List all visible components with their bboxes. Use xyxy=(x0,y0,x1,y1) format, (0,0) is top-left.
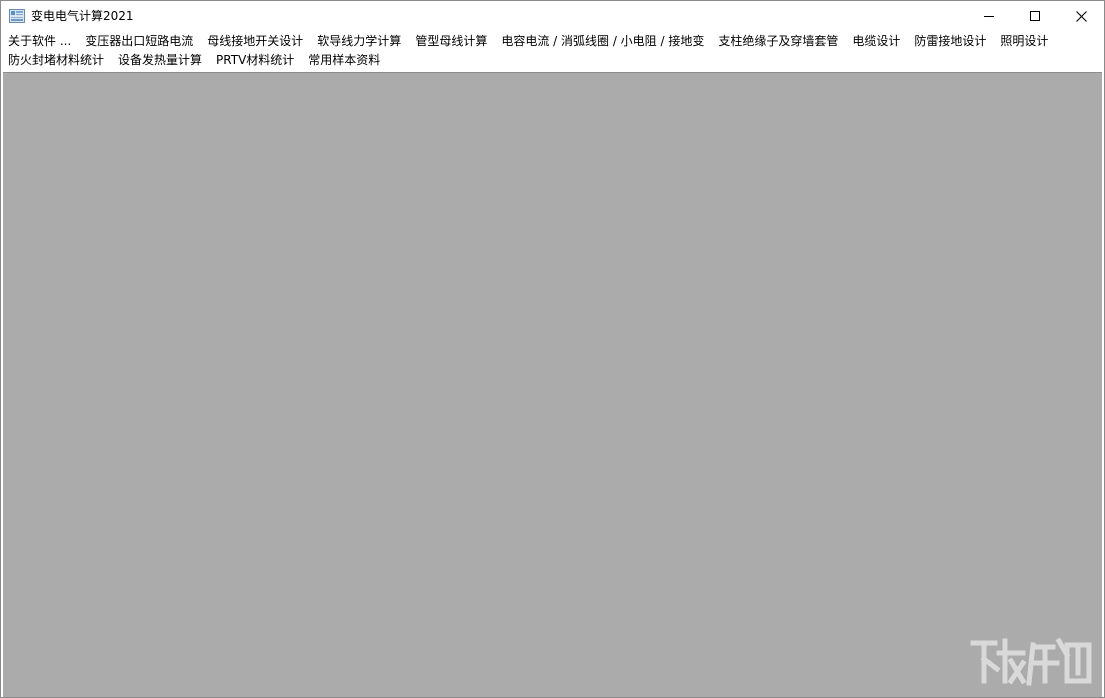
menu-about[interactable]: 关于软件 ... xyxy=(1,32,78,51)
mdi-client-area[interactable] xyxy=(3,72,1102,697)
window-title: 变电电气计算2021 xyxy=(31,9,134,23)
menu-equipment-heat[interactable]: 设备发热量计算 xyxy=(111,51,209,70)
menu-cable-design[interactable]: 电缆设计 xyxy=(845,32,907,51)
menu-transformer-short-circuit[interactable]: 变压器出口短路电流 xyxy=(78,32,200,51)
close-icon xyxy=(1075,10,1087,22)
app-icon[interactable] xyxy=(9,8,25,24)
menu-flexible-conductor-mechanics[interactable]: 软导线力学计算 xyxy=(310,32,408,51)
menu-prtv-materials[interactable]: PRTV材料统计 xyxy=(209,51,301,70)
maximize-icon xyxy=(1030,11,1040,21)
menu-fire-sealing-materials[interactable]: 防火封堵材料统计 xyxy=(1,51,111,70)
menu-lightning-grounding[interactable]: 防雷接地设计 xyxy=(907,32,993,51)
window-controls xyxy=(966,1,1104,31)
menu-bar: 关于软件 ... 变压器出口短路电流 母线接地开关设计 软导线力学计算 管型母线… xyxy=(1,31,1104,71)
menu-post-insulator-bushing[interactable]: 支柱绝缘子及穿墙套管 xyxy=(711,32,845,51)
menu-capacitive-current[interactable]: 电容电流 / 消弧线圈 / 小电阻 / 接地变 xyxy=(494,32,711,51)
title-bar[interactable]: 变电电气计算2021 xyxy=(1,1,1104,31)
menu-row-2: 防火封堵材料统计 设备发热量计算 PRTV材料统计 常用样本资料 xyxy=(1,51,387,70)
menu-tubular-busbar[interactable]: 管型母线计算 xyxy=(408,32,494,51)
watermark-logo-icon xyxy=(970,637,1092,686)
close-button[interactable] xyxy=(1058,1,1104,31)
minimize-icon xyxy=(984,16,994,17)
maximize-button[interactable] xyxy=(1012,1,1058,31)
menu-lighting-design[interactable]: 照明设计 xyxy=(993,32,1055,51)
menu-row-1: 关于软件 ... 变压器出口短路电流 母线接地开关设计 软导线力学计算 管型母线… xyxy=(1,32,1055,51)
menu-busbar-earthing-switch[interactable]: 母线接地开关设计 xyxy=(200,32,310,51)
menu-sample-data[interactable]: 常用样本资料 xyxy=(301,51,387,70)
minimize-button[interactable] xyxy=(966,1,1012,31)
app-window: 变电电气计算2021 关于软件 ... 变压器出口短路电流 母线接地开关设计 软… xyxy=(0,0,1105,698)
